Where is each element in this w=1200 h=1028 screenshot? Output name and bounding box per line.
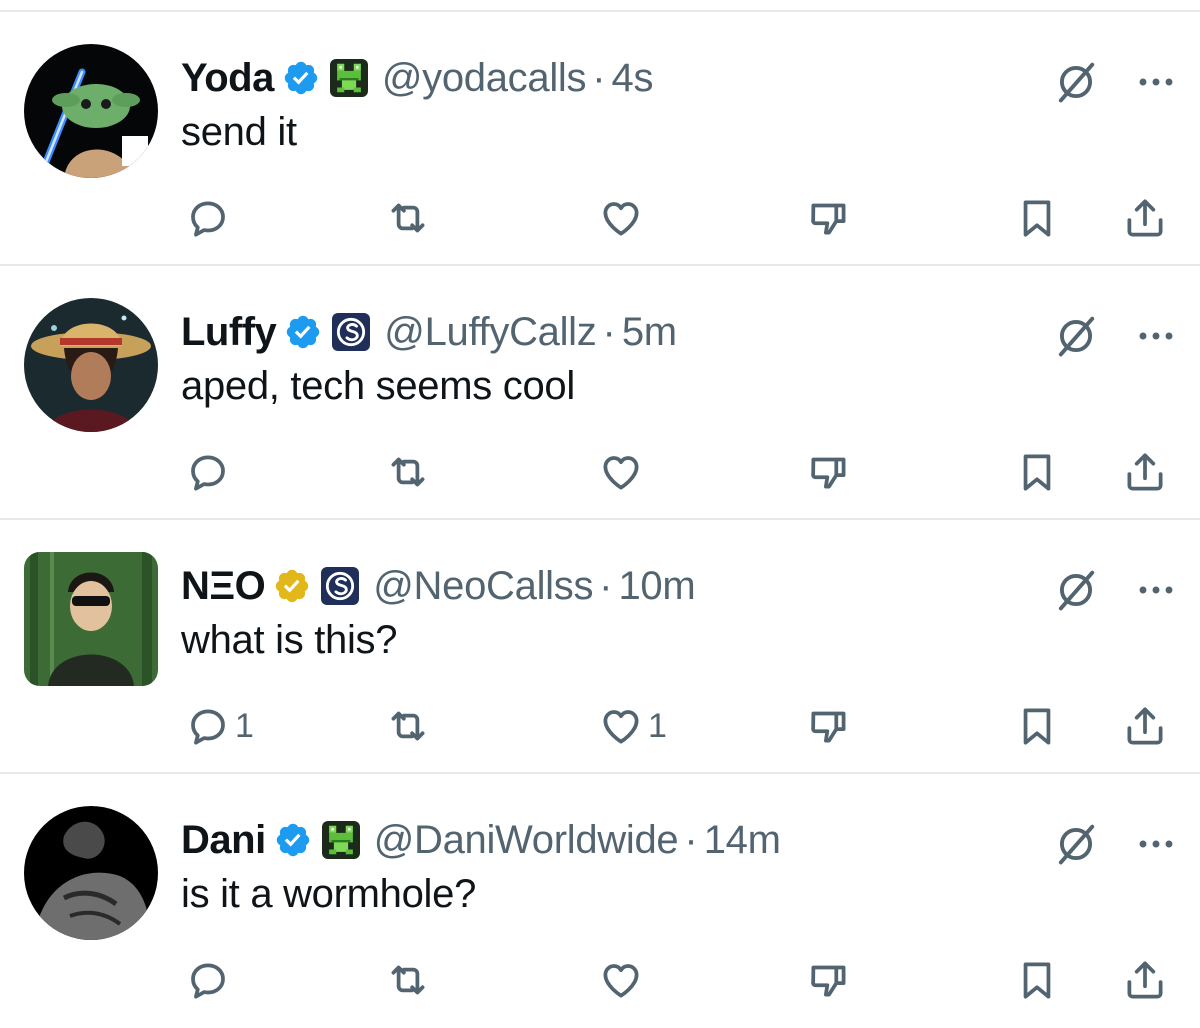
retweet-button[interactable] xyxy=(383,698,433,754)
tweet-text: send it xyxy=(181,110,297,154)
dislike-button[interactable] xyxy=(804,952,854,1008)
timestamp[interactable]: 14m xyxy=(704,818,781,863)
sol-badge-icon[interactable] xyxy=(321,567,359,605)
verified-blue-icon[interactable] xyxy=(274,821,312,859)
frog-badge-icon[interactable] xyxy=(322,821,360,859)
retweet-button[interactable] xyxy=(383,444,433,500)
grok-slash-circle-icon[interactable] xyxy=(1050,564,1102,616)
retweet-icon xyxy=(383,955,433,1005)
avatar[interactable] xyxy=(24,298,158,432)
like-button[interactable] xyxy=(596,952,648,1008)
bookmark-button[interactable] xyxy=(1012,190,1062,246)
user-handle[interactable]: @NeoCallss xyxy=(373,564,593,609)
grok-slash-circle-icon[interactable] xyxy=(1050,310,1102,362)
user-handle[interactable]: @LuffyCallz xyxy=(384,310,597,355)
reply-button[interactable] xyxy=(183,952,235,1008)
separator-dot: · xyxy=(599,563,613,608)
reply-button[interactable]: 1 xyxy=(183,698,254,754)
grok-slash-circle-icon[interactable] xyxy=(1050,818,1102,870)
retweet-button[interactable] xyxy=(383,190,433,246)
tweet-text: what is this? xyxy=(181,618,398,662)
user-handle[interactable]: @yodacalls xyxy=(382,56,587,101)
avatar[interactable] xyxy=(24,552,158,686)
bookmark-button[interactable] xyxy=(1012,444,1062,500)
user-handle[interactable]: @DaniWorldwide xyxy=(374,818,679,863)
like-button[interactable]: 1 xyxy=(596,698,667,754)
reply-button[interactable] xyxy=(183,444,235,500)
dislike-button[interactable] xyxy=(804,698,854,754)
thumbs-down-icon xyxy=(804,701,854,751)
reply-bubble-icon xyxy=(183,701,233,751)
retweet-icon xyxy=(383,701,433,751)
share-icon xyxy=(1120,955,1170,1005)
tweet-header: Luffy @LuffyCallz · 5m xyxy=(181,306,677,358)
retweet-icon xyxy=(383,193,433,243)
tweet-header: Yoda @yodacalls · 4s xyxy=(181,52,653,104)
bookmark-button[interactable] xyxy=(1012,698,1062,754)
bookmark-button[interactable] xyxy=(1012,952,1062,1008)
like-button[interactable] xyxy=(596,444,648,500)
retweet-button[interactable] xyxy=(383,952,433,1008)
tweet-item[interactable]: Dani @DaniWorldwide · 14m is it a wormho… xyxy=(0,774,1200,1028)
separator-dot: · xyxy=(684,817,698,862)
more-dots-icon[interactable] xyxy=(1130,310,1182,362)
avatar[interactable] xyxy=(24,44,158,178)
tweet-text: is it a wormhole? xyxy=(181,872,477,916)
tweet-header: Dani @DaniWorldwide · 14m xyxy=(181,814,781,866)
timestamp[interactable]: 4s xyxy=(612,56,654,101)
dislike-button[interactable] xyxy=(804,444,854,500)
more-dots-icon[interactable] xyxy=(1130,56,1182,108)
reply-bubble-icon xyxy=(183,955,233,1005)
display-name[interactable]: Yoda xyxy=(181,56,274,101)
timestamp[interactable]: 10m xyxy=(618,564,695,609)
verified-blue-icon[interactable] xyxy=(282,59,320,97)
separator-dot: · xyxy=(592,55,606,100)
thumbs-down-icon xyxy=(804,955,854,1005)
heart-icon xyxy=(596,193,646,243)
display-name[interactable]: Dani xyxy=(181,818,266,863)
share-button[interactable] xyxy=(1120,190,1170,246)
avatar[interactable] xyxy=(24,806,158,940)
share-icon xyxy=(1120,447,1170,497)
separator-dot: · xyxy=(602,309,616,354)
thumbs-down-icon xyxy=(804,447,854,497)
reply-bubble-icon xyxy=(183,447,233,497)
verified-blue-icon[interactable] xyxy=(284,313,322,351)
more-dots-icon[interactable] xyxy=(1130,564,1182,616)
verified-gold-icon[interactable] xyxy=(273,567,311,605)
share-icon xyxy=(1120,701,1170,751)
tweet-item[interactable]: Yoda @yodacalls · 4s send it xyxy=(0,12,1200,266)
dislike-button[interactable] xyxy=(804,190,854,246)
reply-button[interactable] xyxy=(183,190,235,246)
sol-badge-icon[interactable] xyxy=(332,313,370,351)
tweet-text: aped, tech seems cool xyxy=(181,364,575,408)
bookmark-icon xyxy=(1012,193,1062,243)
timeline-feed: Yoda @yodacalls · 4s send it Luffy @Luff… xyxy=(0,0,1200,1012)
share-button[interactable] xyxy=(1120,698,1170,754)
more-dots-icon[interactable] xyxy=(1130,818,1182,870)
bookmark-icon xyxy=(1012,955,1062,1005)
thumbs-down-icon xyxy=(804,193,854,243)
share-button[interactable] xyxy=(1120,952,1170,1008)
timestamp[interactable]: 5m xyxy=(622,310,677,355)
reply-bubble-icon xyxy=(183,193,233,243)
like-count: 1 xyxy=(648,706,667,745)
reply-count: 1 xyxy=(235,706,254,745)
heart-icon xyxy=(596,447,646,497)
share-icon xyxy=(1120,193,1170,243)
bookmark-icon xyxy=(1012,447,1062,497)
display-name[interactable]: Luffy xyxy=(181,310,277,355)
like-button[interactable] xyxy=(596,190,648,246)
grok-slash-circle-icon[interactable] xyxy=(1050,56,1102,108)
retweet-icon xyxy=(383,447,433,497)
tweet-item[interactable]: NΞO @NeoCallss · 10m what is this? 1 1 xyxy=(0,520,1200,774)
share-button[interactable] xyxy=(1120,444,1170,500)
bookmark-icon xyxy=(1012,701,1062,751)
frog-badge-icon[interactable] xyxy=(330,59,368,97)
heart-icon xyxy=(596,955,646,1005)
display-name[interactable]: NΞO xyxy=(181,564,266,609)
heart-icon xyxy=(596,701,646,751)
tweet-item[interactable]: Luffy @LuffyCallz · 5m aped, tech seems … xyxy=(0,266,1200,520)
tweet-header: NΞO @NeoCallss · 10m xyxy=(181,560,696,612)
